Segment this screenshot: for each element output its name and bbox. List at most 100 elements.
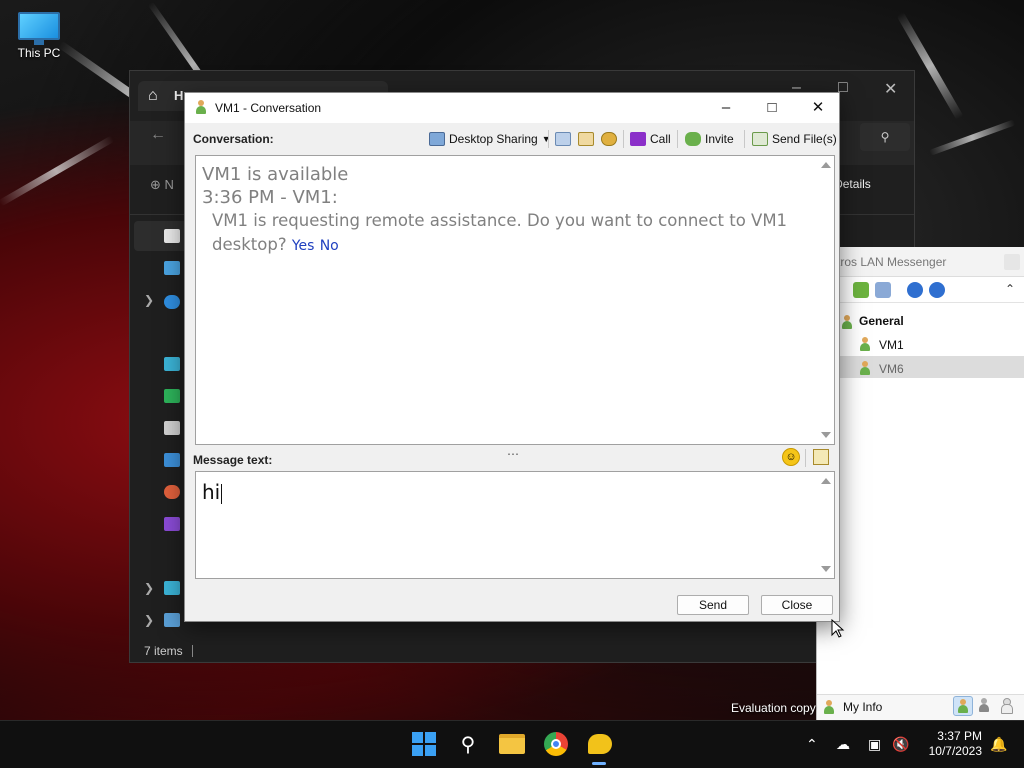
file-explorer-taskbar-button[interactable] bbox=[496, 728, 528, 760]
message-timestamp: 3:36 PM - VM1: bbox=[202, 187, 338, 208]
toolbar-separator bbox=[623, 130, 624, 148]
desktop-sharing-button[interactable]: Desktop Sharing ▼ bbox=[427, 128, 553, 150]
this-pc-label: This PC bbox=[17, 46, 61, 60]
conversation-titlebar[interactable]: VM1 - Conversation – □ ✕ bbox=[185, 93, 839, 123]
desktop-icon[interactable] bbox=[164, 357, 180, 371]
pictures-icon[interactable] bbox=[164, 453, 180, 467]
search-button[interactable]: ⚲ bbox=[452, 728, 484, 760]
music-icon[interactable] bbox=[164, 485, 180, 499]
user-vm1[interactable]: VM1 bbox=[879, 338, 904, 352]
close-icon[interactable]: ✕ bbox=[884, 79, 897, 99]
no-link[interactable]: No bbox=[320, 238, 339, 254]
active-app-indicator bbox=[592, 762, 606, 765]
user-vm6[interactable]: VM6 bbox=[879, 362, 904, 376]
gallery-icon[interactable] bbox=[164, 261, 180, 275]
scroll-up-icon[interactable] bbox=[821, 162, 831, 168]
downloads-icon[interactable] bbox=[164, 389, 180, 403]
start-button[interactable] bbox=[408, 728, 440, 760]
chevron-right-icon[interactable]: ❯ bbox=[144, 581, 154, 595]
lan-messenger-taskbar-button[interactable] bbox=[584, 728, 616, 760]
home-icon: ⌂ bbox=[148, 87, 158, 104]
my-info-button[interactable]: My Info bbox=[843, 700, 882, 714]
maximize-button[interactable]: □ bbox=[749, 93, 795, 123]
splitter-handle[interactable]: ⋯ bbox=[507, 447, 520, 461]
chevron-up-icon[interactable]: ⌃ bbox=[806, 736, 818, 753]
chat-bubble-icon bbox=[588, 734, 612, 754]
back-arrow-icon[interactable]: ← bbox=[150, 126, 166, 144]
font-icon[interactable] bbox=[813, 449, 829, 465]
message-input-value: hi bbox=[202, 480, 223, 504]
lan-messenger-title: tros LAN Messenger bbox=[837, 255, 947, 269]
send-files-button[interactable]: Send File(s) bbox=[750, 128, 839, 150]
message-scrollbar[interactable] bbox=[818, 472, 834, 578]
chevron-up-icon[interactable]: ⌃ bbox=[1005, 282, 1021, 298]
invite-button[interactable]: Invite bbox=[683, 128, 736, 150]
chevron-right-icon[interactable]: ❯ bbox=[144, 613, 154, 627]
status-busy-button[interactable] bbox=[975, 696, 995, 716]
search-icon[interactable]: ⚲ bbox=[860, 123, 910, 151]
transfers-icon[interactable] bbox=[578, 132, 594, 146]
conversation-label: Conversation: bbox=[193, 132, 274, 146]
help-icon[interactable] bbox=[907, 282, 923, 298]
status-offline-button[interactable] bbox=[997, 696, 1017, 716]
emoticon-icon[interactable]: ☺ bbox=[782, 448, 800, 466]
user-icon bbox=[195, 100, 207, 114]
chrome-taskbar-button[interactable] bbox=[540, 728, 572, 760]
history-icon[interactable] bbox=[875, 282, 891, 298]
notification-bell-icon[interactable]: 🔔 bbox=[990, 736, 1007, 753]
documents-icon[interactable] bbox=[164, 421, 180, 435]
clock-date: 10/7/2023 bbox=[928, 744, 982, 758]
conversation-history[interactable]: VM1 is available 3:36 PM - VM1: VM1 is r… bbox=[195, 155, 835, 445]
send-file-icon bbox=[752, 132, 768, 146]
user-icon bbox=[859, 337, 871, 351]
clock[interactable]: 3:37 PM 10/7/2023 bbox=[922, 729, 982, 759]
call-button[interactable]: Call bbox=[628, 128, 673, 150]
status-available-button[interactable] bbox=[953, 696, 973, 716]
video-camera-icon bbox=[630, 132, 646, 146]
status-divider bbox=[192, 645, 193, 657]
folder-icon bbox=[499, 734, 525, 754]
toolbar-separator bbox=[805, 449, 806, 467]
scroll-up-icon[interactable] bbox=[821, 478, 831, 484]
close-window-button[interactable]: ✕ bbox=[795, 93, 841, 123]
message-text-line2: desktop? bbox=[212, 235, 287, 254]
this-pc-icon[interactable] bbox=[164, 581, 180, 595]
folder-icon[interactable] bbox=[853, 282, 869, 298]
network-icon[interactable]: ▣ bbox=[868, 736, 881, 753]
new-button[interactable]: ⊕ N bbox=[150, 177, 174, 193]
minimize-button[interactable]: – bbox=[703, 93, 749, 123]
chrome-icon bbox=[544, 732, 568, 756]
clock-time: 3:37 PM bbox=[937, 729, 982, 743]
message-input[interactable]: hi bbox=[195, 471, 835, 579]
this-pc-desktop-icon[interactable]: This PC bbox=[10, 10, 68, 60]
wallpaper-streak bbox=[0, 135, 115, 207]
settings-icon[interactable] bbox=[601, 132, 617, 146]
close-icon[interactable] bbox=[1004, 254, 1020, 270]
send-button[interactable]: Send bbox=[677, 595, 749, 615]
chevron-right-icon[interactable]: ❯ bbox=[144, 293, 154, 307]
scroll-down-icon[interactable] bbox=[821, 566, 831, 572]
wallpaper-streak bbox=[928, 119, 1016, 156]
history-scrollbar[interactable] bbox=[818, 156, 834, 444]
invite-users-icon bbox=[685, 132, 701, 146]
conversation-window[interactable]: VM1 - Conversation – □ ✕ Conversation: D… bbox=[184, 92, 840, 622]
network-icon[interactable] bbox=[164, 613, 180, 627]
call-label: Call bbox=[650, 132, 671, 146]
videos-icon[interactable] bbox=[164, 517, 180, 531]
history-icon[interactable] bbox=[555, 132, 571, 146]
close-button[interactable]: Close bbox=[761, 595, 833, 615]
status-item-count: 7 items bbox=[144, 644, 183, 658]
group-general[interactable]: General bbox=[859, 314, 904, 328]
yes-link[interactable]: Yes bbox=[292, 238, 315, 254]
home-icon[interactable] bbox=[164, 229, 180, 243]
conversation-window-title: VM1 - Conversation bbox=[215, 101, 322, 115]
onedrive-tray-icon[interactable]: ☁ bbox=[836, 736, 850, 753]
lan-messenger-titlebar: tros LAN Messenger bbox=[817, 247, 1024, 277]
user-row-selected[interactable] bbox=[817, 356, 1024, 378]
onedrive-icon[interactable] bbox=[164, 295, 180, 309]
lan-messenger-window[interactable]: tros LAN Messenger ⌃ General VM1 VM6 My … bbox=[816, 247, 1024, 720]
volume-muted-icon[interactable]: 🔇 bbox=[892, 736, 909, 753]
scroll-down-icon[interactable] bbox=[821, 432, 831, 438]
mouse-cursor-icon bbox=[831, 619, 845, 638]
info-icon[interactable] bbox=[929, 282, 945, 298]
